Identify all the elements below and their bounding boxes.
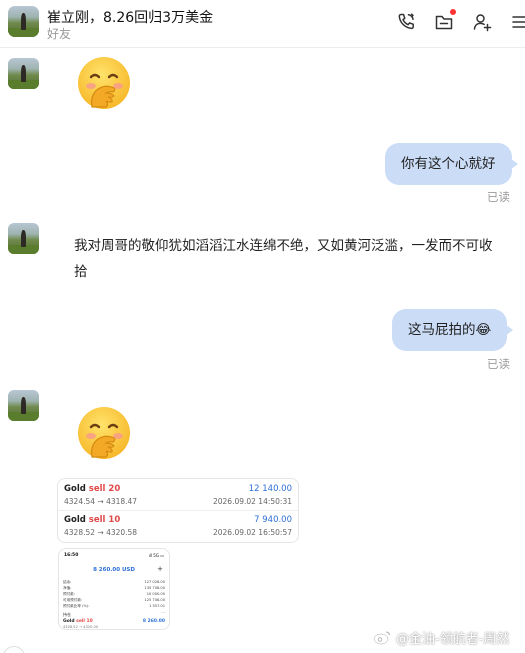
divider (58, 510, 298, 511)
trade-prices: 4324.54 → 4318.47 (64, 497, 138, 506)
trade-profit: 7 940.00 (254, 515, 292, 525)
trade-history-image[interactable]: Gold sell 20 12 140.00 4324.54 → 4318.47… (57, 478, 299, 543)
trade-time: 2026.09.02 16:50:57 (212, 528, 292, 537)
add-contact-icon[interactable] (471, 11, 493, 33)
phone-time: 16:50 (64, 553, 79, 558)
trade-row: Gold sell 20 12 140.00 4324.54 → 4318.47… (64, 484, 292, 510)
read-status: 已读 (487, 357, 510, 371)
account-balance: 8 260.00 USD (93, 567, 135, 573)
trade-time: 2026.09.02 14:50:31 (212, 497, 292, 506)
emoji-hand-over-mouth (76, 405, 132, 461)
account-row: 预付款比率 (%): 1 357.01 (63, 604, 165, 608)
trade-row: Gold sell 10 7 940.00 4328.52 → 4320.58 … (64, 515, 292, 541)
trade-asset: Gold sell 10 (64, 515, 121, 525)
trade-asset: Gold sell 20 (64, 484, 121, 494)
read-status: 已读 (487, 190, 510, 204)
watermark-text: @金油-领航者-周然 (396, 632, 510, 647)
weibo-logo-icon (373, 631, 390, 645)
positions-label: 持仓 (63, 612, 71, 617)
sender-avatar[interactable] (8, 223, 39, 254)
account-screenshot-image[interactable]: 16:50 ıll 5G ▭ + 8 260.00 USD 结余: 127 028… (58, 548, 170, 630)
phone-status: ıll 5G ▭ (148, 553, 164, 558)
emoji-hand-over-mouth (76, 55, 132, 111)
phone-sync-icon[interactable] (395, 11, 417, 33)
more-icon[interactable] (507, 11, 525, 33)
sender-avatar[interactable] (8, 58, 39, 89)
scroll-indicator (3, 646, 25, 653)
position-profit: 8 260.00 (142, 619, 165, 624)
folder-notify-icon[interactable] (433, 9, 456, 33)
position-prices: 4328.52 → 4320.00 (63, 625, 99, 629)
more-icon: ··· (161, 610, 165, 615)
message-bubble-sent[interactable]: 这马屁拍的😂 (392, 309, 514, 351)
contact-name[interactable]: 崔立刚，8.26回归3万美金 (47, 7, 213, 27)
chat-header: 崔立刚，8.26回归3万美金 好友 (0, 0, 525, 48)
contact-avatar[interactable] (8, 6, 39, 37)
message-text-received[interactable]: 我对周哥的敬仰犹如滔滔江水连绵不绝，又如黄河泛滥，一发而不可收拾 (74, 233, 494, 285)
sender-avatar[interactable] (8, 390, 39, 421)
trade-profit: 12 140.00 (248, 484, 292, 494)
notification-dot (450, 9, 456, 15)
trade-prices: 4328.52 → 4320.58 (64, 528, 138, 537)
contact-relation: 好友 (47, 27, 72, 41)
position-asset: Gold sell 10 (63, 619, 93, 624)
message-bubble-sent[interactable]: 你有这个心就好 (385, 143, 517, 185)
